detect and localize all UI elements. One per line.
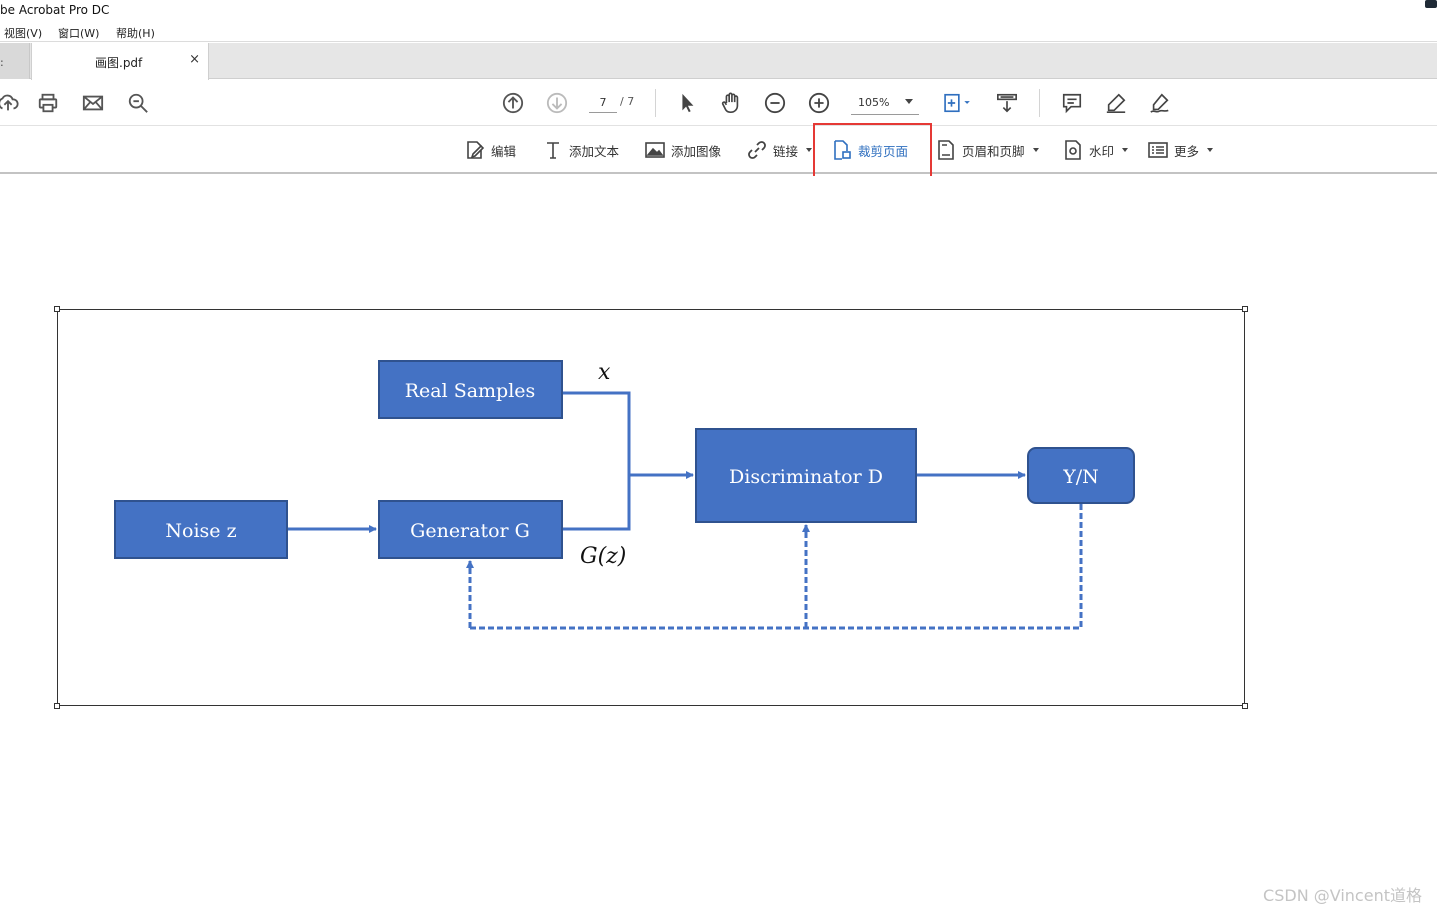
image-icon [645,142,665,158]
toolbar-divider [655,89,656,117]
edit-toolbar: 编辑 添加文本 添加图像 链接 裁剪页面 页眉和页脚 水印 更多 [0,127,1437,174]
print-icon[interactable] [36,91,60,115]
zoom-level-value: 105% [858,96,890,109]
zoom-search-icon[interactable] [126,91,150,115]
upload-icon[interactable] [0,91,20,115]
arrow-down-circle-icon[interactable] [545,91,569,115]
add-text-label: 添加文本 [569,143,620,159]
watermark-button[interactable]: 水印 [1063,139,1129,161]
real-samples-label: Real Samples [405,380,536,402]
scroll-mode-icon[interactable] [995,91,1019,115]
more-icon [1148,142,1168,158]
edit-button[interactable]: 编辑 [465,139,516,161]
connector-generator-to-join [563,475,631,531]
add-image-label: 添加图像 [671,143,722,159]
sign-icon[interactable] [1148,91,1172,115]
chevron-down-icon [1032,148,1039,152]
header-footer-button[interactable]: 页眉和页脚 [936,139,1039,161]
header-footer-icon [938,140,954,160]
tab-bar: : 画图.pdf × [0,43,1437,80]
menu-view[interactable]: 视图(V) [4,25,42,41]
header-footer-label: 页眉和页脚 [962,143,1025,159]
more-button[interactable]: 更多 [1148,139,1214,161]
fit-page-icon[interactable] [940,91,974,115]
more-label: 更多 [1174,143,1200,159]
text-icon [547,142,559,159]
hand-icon[interactable] [719,91,743,115]
tab-document[interactable]: 画图.pdf × [31,43,209,80]
chevron-down-icon [1207,148,1214,152]
crop-icon [834,140,851,160]
page-number-input[interactable] [589,93,617,113]
edit-icon [467,141,485,159]
menu-bar: 视图(V) 窗口(W) 帮助(H) [0,22,1437,42]
crop-page-button[interactable]: 裁剪页面 [832,139,908,161]
edit-label: 编辑 [491,143,517,159]
window-badge [1425,0,1437,8]
document-area: Real Samples Noise z Generator G Discrim… [0,176,1437,912]
crop-page-label: 裁剪页面 [858,143,909,159]
mail-icon[interactable] [81,91,105,115]
connector-real-to-join [563,391,631,475]
gz-label: G(z) [580,544,626,569]
chevron-down-icon [806,148,813,152]
watermark-label: 水印 [1089,143,1115,159]
csdn-watermark: CSDN @Vincent道格 [1263,886,1422,905]
zoom-in-icon[interactable] [807,91,831,115]
select-arrow-icon[interactable] [675,91,699,115]
gan-diagram: Real Samples Noise z Generator G Discrim… [114,360,1135,630]
page-total: / 7 [620,95,635,108]
comment-icon[interactable] [1060,91,1084,115]
x-label: x [598,360,611,385]
link-label: 链接 [773,143,799,159]
watermark-icon [1065,140,1081,160]
zoom-level-dropdown[interactable]: 105% [851,93,919,115]
link-icon [748,141,766,159]
main-toolbar: / 7 105% [0,80,1437,126]
window-title: be Acrobat Pro DC [0,3,110,17]
link-button[interactable]: 链接 [747,139,813,161]
generator-label: Generator G [410,520,530,542]
toolbar-divider [1039,89,1040,117]
menu-help[interactable]: 帮助(H) [116,25,155,41]
highlight-pen-icon[interactable] [1104,91,1128,115]
arrow-up-circle-icon[interactable] [501,91,525,115]
output-label: Y/N [1062,466,1099,488]
add-text-button[interactable]: 添加文本 [543,139,619,161]
zoom-out-icon[interactable] [763,91,787,115]
title-bar: be Acrobat Pro DC [0,0,1437,22]
noise-label: Noise z [165,520,236,542]
discriminator-label: Discriminator D [729,466,883,488]
add-image-button[interactable]: 添加图像 [645,139,721,161]
tab-previous[interactable]: : [0,43,30,79]
tab-document-label: 画图.pdf [95,56,143,70]
tab-previous-label: : [0,56,4,69]
chevron-down-icon [905,99,913,104]
close-tab-icon[interactable]: × [189,52,200,67]
menu-window[interactable]: 窗口(W) [58,25,99,41]
chevron-down-icon [1122,148,1129,152]
